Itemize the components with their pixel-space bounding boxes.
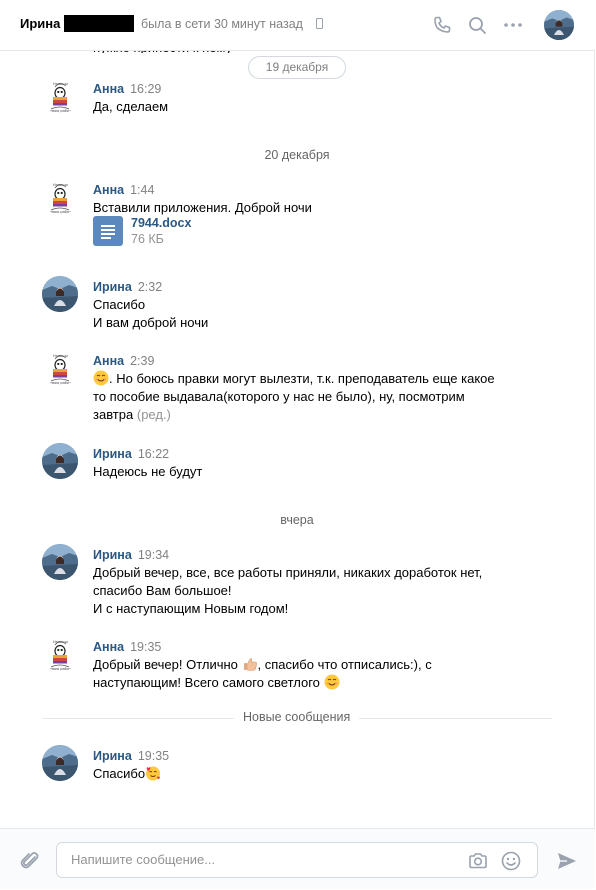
author-name[interactable]: Ирина — [93, 447, 132, 461]
avatar[interactable] — [42, 78, 78, 114]
new-messages-label: Новые сообщения — [234, 710, 360, 724]
message-text: . Но боюсь правки могут вылезти, т.к. пр… — [93, 370, 495, 422]
message-time[interactable]: 1:44 — [130, 183, 154, 197]
thumbs-up-emoji-icon — [243, 658, 257, 671]
heart-face-emoji-icon — [146, 766, 161, 781]
avatar[interactable] — [42, 443, 78, 479]
paperclip-icon[interactable] — [18, 849, 42, 873]
message-time[interactable]: 16:22 — [138, 447, 169, 461]
contact-avatar[interactable] — [544, 10, 574, 40]
send-icon[interactable] — [555, 849, 579, 873]
file-size: 76 КБ — [131, 232, 164, 246]
message-time[interactable]: 19:35 — [130, 640, 161, 654]
search-icon[interactable] — [466, 14, 488, 36]
message-composer — [0, 828, 595, 889]
message-text: Добрый вечер! Отлично , спасибо что отпи… — [93, 657, 432, 690]
camera-icon[interactable] — [467, 850, 489, 872]
message-time[interactable]: 19:34 — [138, 548, 169, 562]
avatar[interactable] — [42, 636, 78, 672]
avatar[interactable] — [42, 179, 78, 215]
message-text: Вставили приложения. Доброй ночи — [93, 200, 312, 215]
message-text: Спасибо — [93, 765, 523, 783]
message-text: Добрый вечер, все, все работы приняли, н… — [93, 565, 483, 616]
emoji-picker-icon[interactable] — [500, 850, 522, 872]
author-name[interactable]: Анна — [93, 640, 124, 654]
online-status: была в сети 30 минут назад — [141, 17, 303, 31]
author-name[interactable]: Ирина — [93, 548, 132, 562]
contact-name[interactable]: Ирина — [20, 16, 60, 31]
avatar[interactable] — [42, 350, 78, 386]
chat-window: Ирина была в сети 30 минут назад нужно п… — [0, 0, 595, 889]
message-text: Спасибо И вам доброй ночи — [93, 297, 209, 330]
redacted-surname — [64, 15, 134, 32]
message-text: Да, сделаем — [93, 99, 169, 114]
smile-emoji-icon — [323, 674, 340, 690]
file-name[interactable]: 7944.docx — [131, 216, 191, 230]
document-icon[interactable] — [93, 216, 123, 246]
author-name[interactable]: Ирина — [93, 749, 132, 763]
author-name[interactable]: Анна — [93, 354, 124, 368]
smile-emoji-icon — [93, 370, 109, 386]
message-time[interactable]: 2:32 — [138, 280, 162, 294]
date-separator: 20 декабря — [264, 148, 330, 162]
mobile-icon — [316, 18, 323, 29]
message-time[interactable]: 19:35 — [138, 749, 169, 763]
message-text: Надеюсь не будут — [93, 464, 203, 479]
message-time[interactable]: 16:29 — [130, 82, 161, 96]
message-time[interactable]: 2:39 — [130, 354, 154, 368]
message-input-box[interactable] — [56, 842, 538, 878]
phone-icon[interactable] — [431, 14, 453, 36]
avatar[interactable] — [42, 544, 78, 580]
edited-mark[interactable]: (ред.) — [137, 407, 171, 422]
author-name[interactable]: Анна — [93, 183, 124, 197]
avatar[interactable] — [42, 745, 78, 781]
avatar[interactable] — [42, 276, 78, 312]
more-icon[interactable] — [502, 14, 524, 36]
author-name[interactable]: Ирина — [93, 280, 132, 294]
chat-header: Ирина была в сети 30 минут назад — [0, 0, 595, 51]
message-input[interactable] — [69, 851, 453, 868]
date-separator: вчера — [280, 513, 314, 527]
date-separator: 19 декабря — [248, 56, 346, 79]
author-name[interactable]: Анна — [93, 82, 124, 96]
